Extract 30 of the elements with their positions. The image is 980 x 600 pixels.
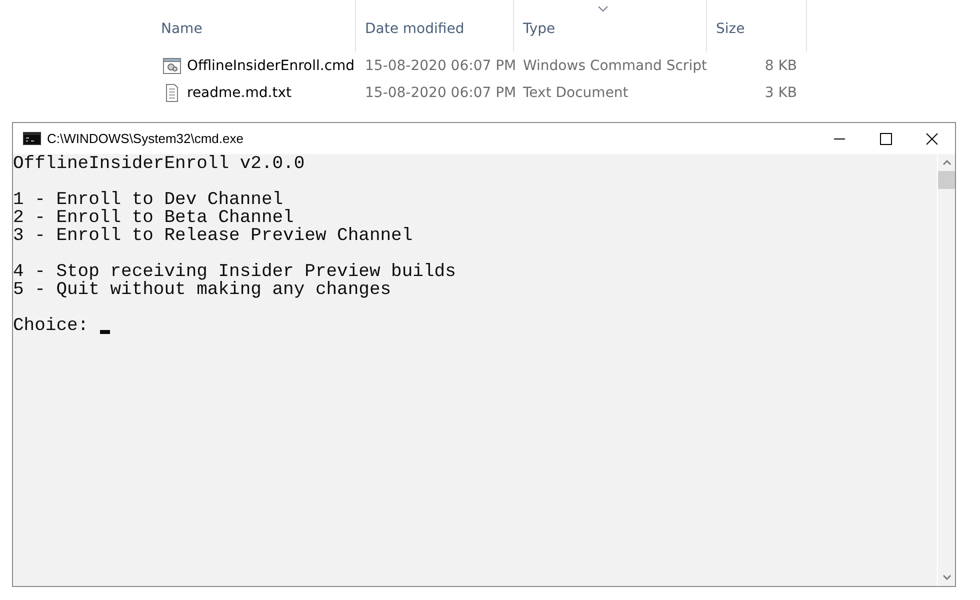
console-icon <box>23 132 41 145</box>
scrollbar-thumb[interactable] <box>938 171 955 189</box>
column-header[interactable]: Type <box>523 21 556 37</box>
file-size: 3 KB <box>764 84 797 100</box>
file-size: 8 KB <box>764 58 797 74</box>
text-file-icon <box>163 84 181 102</box>
column-header[interactable]: Size <box>716 21 745 37</box>
file-type: Windows Command Script <box>523 58 707 74</box>
console-line: 1 - Enroll to Dev Channel <box>13 191 284 209</box>
window-title: C:\WINDOWS\System32\cmd.exe <box>47 131 244 146</box>
maximize-icon <box>880 132 892 144</box>
file-name[interactable]: OfflineInsiderEnroll.cmd <box>187 58 355 74</box>
close-icon <box>926 132 938 144</box>
column-header[interactable]: Date modified <box>365 21 464 37</box>
console-line: 3 - Enroll to Release Preview Channel <box>13 227 413 245</box>
file-name[interactable]: readme.md.txt <box>187 84 292 100</box>
scroll-up-icon[interactable] <box>942 160 950 165</box>
file-type: Text Document <box>523 84 628 100</box>
file-date: 15-08-2020 06:07 PM <box>365 58 516 74</box>
console-line: 2 - Enroll to Beta Channel <box>13 209 294 227</box>
file-date: 15-08-2020 06:07 PM <box>365 84 516 100</box>
text-cursor <box>100 330 110 334</box>
script-file-icon <box>163 58 181 74</box>
console-line: 4 - Stop receiving Insider Preview builds <box>13 263 456 281</box>
column-header[interactable]: Name <box>161 21 202 37</box>
console-line: 5 - Quit without making any changes <box>13 281 392 299</box>
scroll-down-icon[interactable] <box>942 575 950 580</box>
console-prompt: Choice: <box>13 317 89 335</box>
console-line: OfflineInsiderEnroll v2.0.0 <box>13 155 305 173</box>
minimize-icon <box>834 138 846 140</box>
